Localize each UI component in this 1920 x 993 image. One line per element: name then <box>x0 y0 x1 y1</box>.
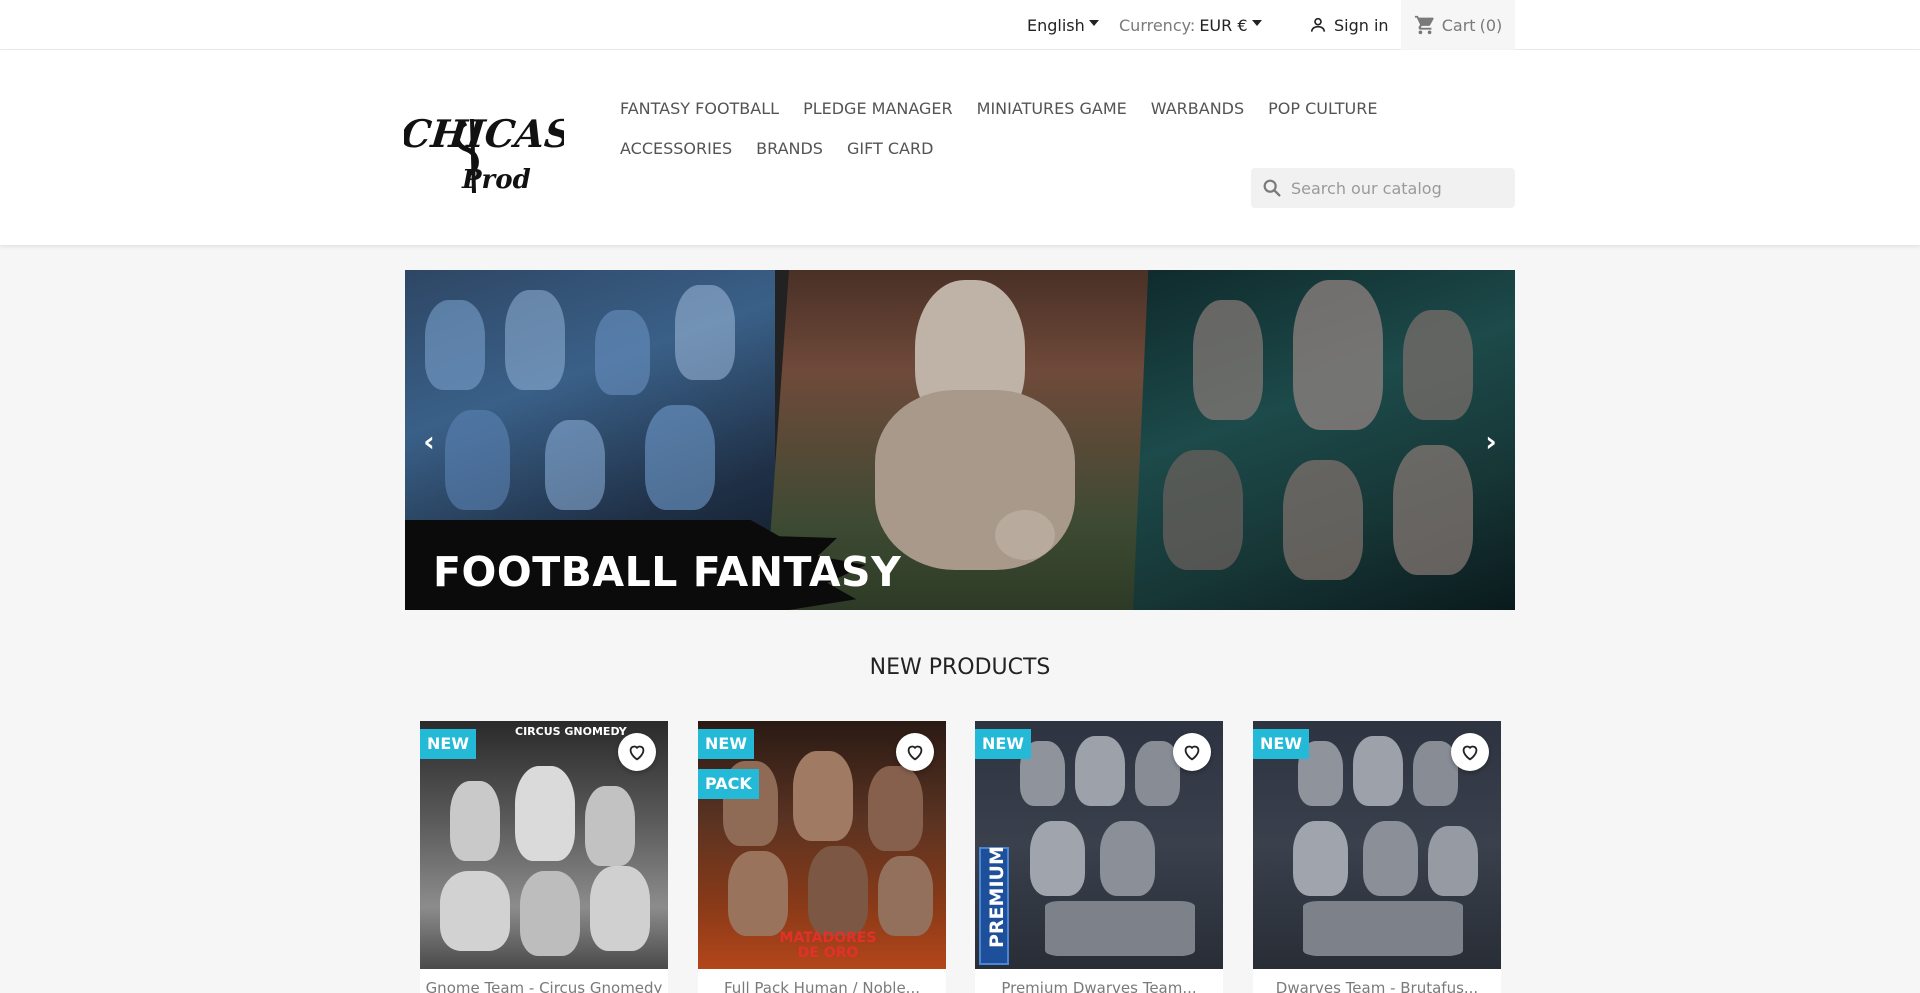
nav-item-pop-culture[interactable]: POP CULTURE <box>1256 99 1389 118</box>
product-card[interactable]: CIRCUS GNOMEDY NEW Gnome Team - Circus G… <box>420 721 668 993</box>
new-badge: NEW <box>420 729 476 759</box>
search-box <box>1251 168 1515 208</box>
heart-icon <box>907 745 923 761</box>
nav-item-pledge-manager[interactable]: PLEDGE MANAGER <box>791 99 965 118</box>
pack-badge: PACK <box>698 769 759 799</box>
language-label: English <box>1027 15 1085 35</box>
wishlist-button[interactable] <box>618 733 656 771</box>
hero-carousel[interactable]: FOOTBALL FANTASY ‹ › <box>405 270 1515 610</box>
product-card[interactable]: MATADORES DE ORO NEW PACK Full Pack Huma… <box>698 721 946 993</box>
wishlist-button[interactable] <box>896 733 934 771</box>
heart-icon <box>1184 745 1200 761</box>
product-name[interactable]: Dwarves Team - Brutafus... <box>1253 979 1501 993</box>
product-name[interactable]: Premium Dwarves Team... <box>975 979 1223 993</box>
product-name[interactable]: Gnome Team - Circus Gnomedy <box>420 979 668 993</box>
sign-in-label: Sign in <box>1334 15 1389 35</box>
carousel-next-arrow-icon[interactable]: › <box>1479 428 1503 456</box>
nav-row-1: FANTASY FOOTBALL PLEDGE MANAGER MINIATUR… <box>612 88 1512 128</box>
carousel-prev-arrow-icon[interactable]: ‹ <box>417 428 441 456</box>
cart-icon <box>1414 15 1434 35</box>
chicast-logo-image: CHICAST Prod <box>404 111 564 195</box>
nav-row-2: ACCESSORIES BRANDS GIFT CARD <box>612 128 1512 168</box>
nav-item-miniatures-game[interactable]: MINIATURES GAME <box>965 99 1139 118</box>
new-badge: NEW <box>975 729 1031 759</box>
currency-label: Currency: <box>1119 15 1196 35</box>
currency-value: EUR € <box>1199 15 1248 35</box>
nav-item-accessories[interactable]: ACCESSORIES <box>612 139 744 158</box>
svg-text:Prod: Prod <box>461 165 531 195</box>
user-icon <box>1310 17 1326 32</box>
product-name[interactable]: Full Pack Human / Noble... <box>698 979 946 993</box>
site-logo[interactable]: CHICAST Prod <box>404 105 564 195</box>
top-bar: English Currency: EUR € Sign in Cart (0) <box>0 0 1920 50</box>
wishlist-button[interactable] <box>1451 733 1489 771</box>
search-input[interactable] <box>1291 178 1501 198</box>
cart-label: Cart <box>1441 15 1476 35</box>
banner-title: FOOTBALL FANTASY <box>433 548 902 596</box>
product-card[interactable]: PREMIUM NEW Premium Dwarves Team... <box>975 721 1223 993</box>
caret-down-icon <box>1251 20 1262 26</box>
cart-button[interactable]: Cart (0) <box>1401 0 1515 50</box>
language-selector[interactable]: English <box>1027 0 1099 50</box>
svg-text:CHICAST: CHICAST <box>404 111 564 156</box>
main-navigation: FANTASY FOOTBALL PLEDGE MANAGER MINIATUR… <box>612 88 1512 168</box>
nav-item-fantasy-football[interactable]: FANTASY FOOTBALL <box>612 99 791 118</box>
site-header: CHICAST Prod FANTASY FOOTBALL PLEDGE MAN… <box>0 50 1920 245</box>
caret-down-icon <box>1088 20 1099 26</box>
nav-item-warbands[interactable]: WARBANDS <box>1139 99 1256 118</box>
product-card[interactable]: NEW Dwarves Team - Brutafus... <box>1253 721 1501 993</box>
search-icon[interactable] <box>1261 177 1283 199</box>
banner-panel-undead-team <box>1133 270 1515 610</box>
new-badge: NEW <box>698 729 754 759</box>
new-badge: NEW <box>1253 729 1309 759</box>
wishlist-button[interactable] <box>1173 733 1211 771</box>
heart-icon <box>629 745 645 761</box>
product-image-caption: PREMIUM <box>986 846 1008 948</box>
product-image-caption: MATADORES DE ORO <box>779 930 877 961</box>
new-products-heading: NEW PRODUCTS <box>869 655 1051 680</box>
nav-item-gift-card[interactable]: GIFT CARD <box>835 139 945 158</box>
cart-count: (0) <box>1479 15 1503 35</box>
currency-selector[interactable]: Currency: EUR € <box>1119 0 1262 50</box>
product-image-caption: CIRCUS GNOMEDY <box>515 725 627 738</box>
heart-icon <box>1462 745 1478 761</box>
nav-item-brands[interactable]: BRANDS <box>744 139 835 158</box>
sign-in-link[interactable]: Sign in <box>1308 0 1389 50</box>
